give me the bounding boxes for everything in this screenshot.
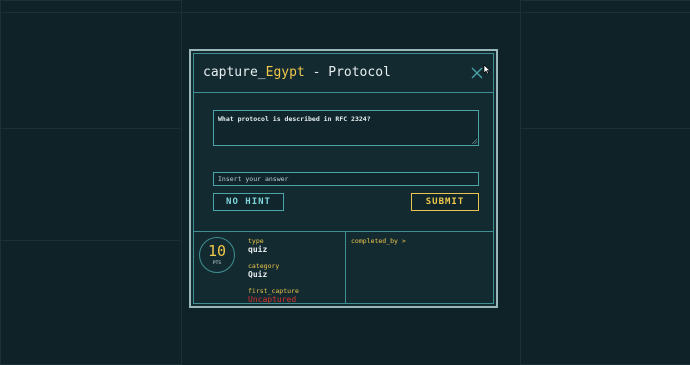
type-value: quiz xyxy=(248,245,268,254)
background-panel-right xyxy=(520,0,690,365)
challenge-modal: capture_Egypt - Protocol What protocol i… xyxy=(189,49,498,308)
modal-title: capture_Egypt - Protocol xyxy=(203,65,391,80)
points-value: 10 xyxy=(207,242,227,260)
type-label: type xyxy=(248,237,264,245)
submit-button[interactable]: SUBMIT xyxy=(411,193,479,211)
hint-button[interactable]: NO HINT xyxy=(213,193,284,211)
question-textarea[interactable]: What protocol is described in RFC 2324? xyxy=(213,110,479,146)
answer-input[interactable] xyxy=(213,172,479,186)
points-unit: PTS xyxy=(212,261,222,266)
completed-by-toggle[interactable]: completed_by > xyxy=(351,237,406,245)
first-capture-label: first_capture xyxy=(248,287,299,295)
modal-frame: capture_Egypt - Protocol What protocol i… xyxy=(193,53,494,304)
close-button[interactable] xyxy=(470,66,484,80)
category-label: category xyxy=(248,262,280,270)
challenge-info: 10 PTS type quiz category Quiz first_cap… xyxy=(194,231,493,304)
title-accent: Egypt xyxy=(265,65,305,80)
background-divider xyxy=(520,128,690,129)
close-icon xyxy=(471,67,483,79)
info-divider xyxy=(345,232,346,303)
background-divider xyxy=(0,240,180,241)
category-value: Quiz xyxy=(248,270,268,279)
resize-grip-icon[interactable] xyxy=(472,139,477,144)
background-panel-left xyxy=(0,0,182,365)
mouse-cursor-icon xyxy=(483,64,491,75)
first-capture-value: Uncaptured xyxy=(248,295,297,304)
title-suffix: - Protocol xyxy=(304,65,391,80)
points-badge: 10 PTS xyxy=(199,237,235,273)
question-text: What protocol is described in RFC 2324? xyxy=(218,115,371,123)
background-divider xyxy=(0,12,690,13)
modal-header: capture_Egypt - Protocol xyxy=(194,54,493,93)
background-divider xyxy=(0,128,180,129)
title-prefix: capture_ xyxy=(203,65,266,80)
